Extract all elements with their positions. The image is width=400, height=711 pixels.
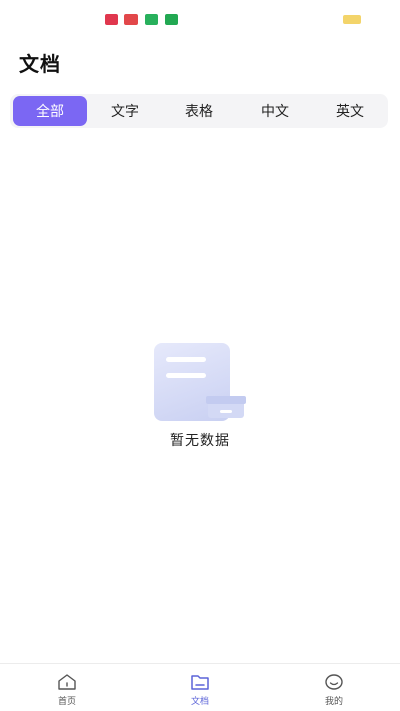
nav-home[interactable]: 首页 — [27, 664, 107, 711]
tab-text[interactable]: 文字 — [88, 96, 162, 126]
nav-documents-label: 文档 — [190, 697, 209, 707]
notification-app-icon — [124, 14, 138, 25]
nav-mine-label: 我的 — [324, 697, 343, 707]
box-lid-shape — [206, 396, 246, 404]
notification-app-icon — [165, 14, 178, 25]
bottom-nav: 首页 文档 我的 — [0, 663, 400, 711]
wechat-icon — [145, 14, 158, 25]
battery-icon — [343, 15, 361, 24]
smile-icon — [323, 672, 345, 692]
home-icon — [56, 672, 78, 692]
notification-app-icon — [105, 14, 118, 25]
empty-document-icon — [154, 343, 246, 423]
status-bar — [0, 0, 400, 38]
document-line — [166, 373, 206, 378]
document-line — [166, 357, 206, 362]
folder-icon — [189, 672, 211, 692]
tab-all[interactable]: 全部 — [13, 96, 87, 126]
tab-chinese[interactable]: 中文 — [238, 96, 312, 126]
nav-home-label: 首页 — [57, 697, 76, 707]
app-screen: 文档 全部 文字 表格 中文 英文 暂无数据 首页 文档 我的 — [0, 0, 400, 711]
nav-documents[interactable]: 文档 — [160, 664, 240, 711]
tab-sheet[interactable]: 表格 — [162, 96, 236, 126]
tab-english[interactable]: 英文 — [313, 96, 387, 126]
page-title: 文档 — [19, 52, 61, 76]
nav-mine[interactable]: 我的 — [294, 664, 374, 711]
empty-message: 暂无数据 — [170, 433, 230, 449]
tab-bar: 全部 文字 表格 中文 英文 — [10, 94, 388, 128]
box-slot-shape — [220, 410, 232, 413]
